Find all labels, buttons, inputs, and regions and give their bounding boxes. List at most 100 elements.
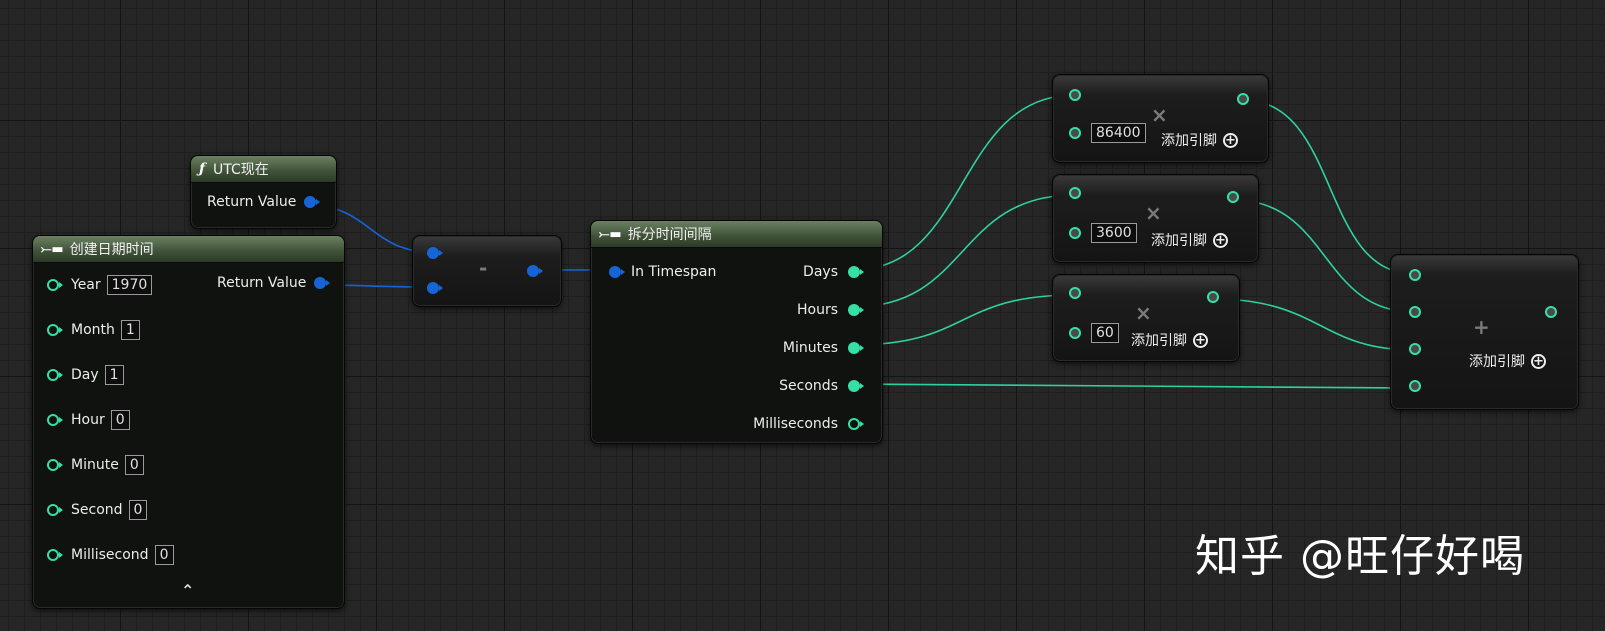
subtract-node[interactable]: -	[412, 235, 562, 307]
add-symbol: +	[1473, 315, 1490, 339]
break-timespan-title: 拆分时间间隔	[627, 227, 712, 243]
minute-row: Minute 0	[47, 455, 144, 475]
minute-field[interactable]: 0	[124, 455, 144, 475]
multiply-86400-node[interactable]: × 86400 添加引脚 +	[1052, 74, 1269, 163]
in-timespan-pin[interactable]	[609, 266, 625, 278]
minute-label: Minute	[71, 457, 119, 473]
add-input-3-pin[interactable]	[1409, 343, 1421, 355]
second-field[interactable]: 0	[128, 500, 148, 520]
add-input-1-pin[interactable]	[1409, 269, 1421, 281]
minutes-pin[interactable]	[848, 342, 864, 354]
in-timespan-row: In Timespan	[609, 264, 716, 280]
utc-now-header[interactable]: ƒ UTC现在	[191, 156, 336, 183]
wire-minutes-to-mul60	[852, 294, 1076, 346]
add-input-2-pin[interactable]	[1409, 306, 1421, 318]
utc-now-node[interactable]: ƒ UTC现在 Return Value	[190, 155, 337, 229]
hour-row: Hour 0	[47, 410, 130, 430]
add-pin-label: 添加引脚	[1469, 354, 1525, 370]
subtract-input-a-pin[interactable]	[427, 247, 443, 259]
milliseconds-pin[interactable]	[848, 418, 864, 430]
minute-pin[interactable]	[47, 459, 63, 471]
add-input-4-pin[interactable]	[1409, 380, 1421, 392]
break-timespan-header[interactable]: ⤚▬ 拆分时间间隔	[591, 221, 882, 248]
subtract-output-pin[interactable]	[527, 265, 543, 277]
day-pin[interactable]	[47, 369, 63, 381]
break-timespan-node[interactable]: ⤚▬ 拆分时间间隔 In Timespan Days Hours Minutes…	[590, 220, 883, 444]
millisecond-label: Millisecond	[71, 547, 149, 563]
add-pin-plus-icon[interactable]: +	[1223, 132, 1238, 148]
milliseconds-label: Milliseconds	[753, 416, 838, 432]
month-row: Month 1	[47, 320, 140, 340]
make-datetime-title: 创建日期时间	[69, 242, 154, 258]
make-datetime-node[interactable]: ⤚▬ 创建日期时间 Year 1970 Month 1 Day 1 Hour 0…	[32, 235, 345, 609]
month-label: Month	[71, 322, 115, 338]
hours-pin[interactable]	[848, 304, 864, 316]
seconds-label: Seconds	[779, 378, 838, 394]
month-field[interactable]: 1	[120, 320, 140, 340]
mul86400-value-field[interactable]: 86400	[1091, 123, 1146, 143]
mul3600-add-pin[interactable]: 添加引脚 +	[1151, 230, 1228, 250]
utc-return-pin[interactable]	[304, 196, 321, 208]
mul3600-input-a-pin[interactable]	[1069, 187, 1081, 199]
collapse-chevron-icon[interactable]: ⌃	[181, 581, 194, 600]
hour-field[interactable]: 0	[110, 410, 130, 430]
add-pin-label: 添加引脚	[1131, 333, 1187, 349]
hours-label: Hours	[796, 302, 838, 318]
year-field[interactable]: 1970	[106, 275, 153, 295]
add-node[interactable]: + 添加引脚 +	[1390, 254, 1579, 410]
multiply-symbol: ×	[1135, 301, 1152, 325]
multiply-60-node[interactable]: × 60 添加引脚 +	[1052, 274, 1240, 362]
mul60-output-pin[interactable]	[1207, 291, 1219, 303]
hour-label: Hour	[71, 412, 105, 428]
days-row: Days	[803, 264, 864, 280]
mul60-input-a-pin[interactable]	[1069, 287, 1081, 299]
datetime-return-pin[interactable]	[314, 277, 331, 289]
multiply-3600-node[interactable]: × 3600 添加引脚 +	[1052, 174, 1259, 263]
wire-days-to-mul86400	[852, 94, 1076, 271]
multiply-symbol: ×	[1151, 103, 1168, 127]
day-label: Day	[71, 367, 99, 383]
year-row: Year 1970	[47, 275, 153, 295]
utc-return-label: Return Value	[207, 194, 297, 210]
mul86400-add-pin[interactable]: 添加引脚 +	[1161, 130, 1238, 150]
add-add-pin[interactable]: 添加引脚 +	[1469, 351, 1546, 371]
pure-function-icon: ⤚▬	[599, 226, 622, 242]
mul86400-output-pin[interactable]	[1237, 93, 1249, 105]
datetime-return-label: Return Value	[217, 275, 307, 291]
mul60-input-b-pin[interactable]	[1069, 327, 1081, 339]
second-pin[interactable]	[47, 504, 63, 516]
subtract-input-b-pin[interactable]	[427, 282, 443, 294]
mul3600-input-b-pin[interactable]	[1069, 227, 1081, 239]
utc-return-row: Return Value	[207, 194, 321, 210]
month-pin[interactable]	[47, 324, 63, 336]
millisecond-field[interactable]: 0	[154, 545, 174, 565]
mul86400-input-a-pin[interactable]	[1069, 89, 1081, 101]
wire-mul3600-to-add	[1232, 199, 1415, 313]
hour-pin[interactable]	[47, 414, 63, 426]
mul60-input-b-row: 60	[1069, 323, 1119, 343]
wire-mul60-to-add	[1212, 298, 1415, 351]
days-label: Days	[803, 264, 838, 280]
pure-function-icon: ⤚▬	[41, 241, 64, 257]
add-pin-label: 添加引脚	[1151, 233, 1207, 249]
mul60-add-pin[interactable]: 添加引脚 +	[1131, 330, 1208, 350]
mul86400-input-b-pin[interactable]	[1069, 127, 1081, 139]
minutes-row: Minutes	[783, 340, 864, 356]
days-pin[interactable]	[848, 266, 864, 278]
mul3600-output-pin[interactable]	[1227, 191, 1239, 203]
seconds-pin[interactable]	[848, 380, 864, 392]
in-timespan-label: In Timespan	[631, 264, 717, 280]
mul3600-value-field[interactable]: 3600	[1091, 223, 1137, 243]
second-row: Second 0	[47, 500, 148, 520]
add-pin-plus-icon[interactable]: +	[1193, 332, 1208, 348]
add-output-pin[interactable]	[1545, 306, 1557, 318]
second-label: Second	[71, 502, 123, 518]
millisecond-pin[interactable]	[47, 549, 63, 561]
mul60-value-field[interactable]: 60	[1091, 323, 1119, 343]
millisecond-row: Millisecond 0	[47, 545, 174, 565]
add-pin-plus-icon[interactable]: +	[1531, 353, 1546, 369]
year-pin[interactable]	[47, 279, 63, 291]
add-pin-plus-icon[interactable]: +	[1213, 232, 1228, 248]
day-field[interactable]: 1	[104, 365, 124, 385]
make-datetime-header[interactable]: ⤚▬ 创建日期时间	[33, 236, 344, 263]
